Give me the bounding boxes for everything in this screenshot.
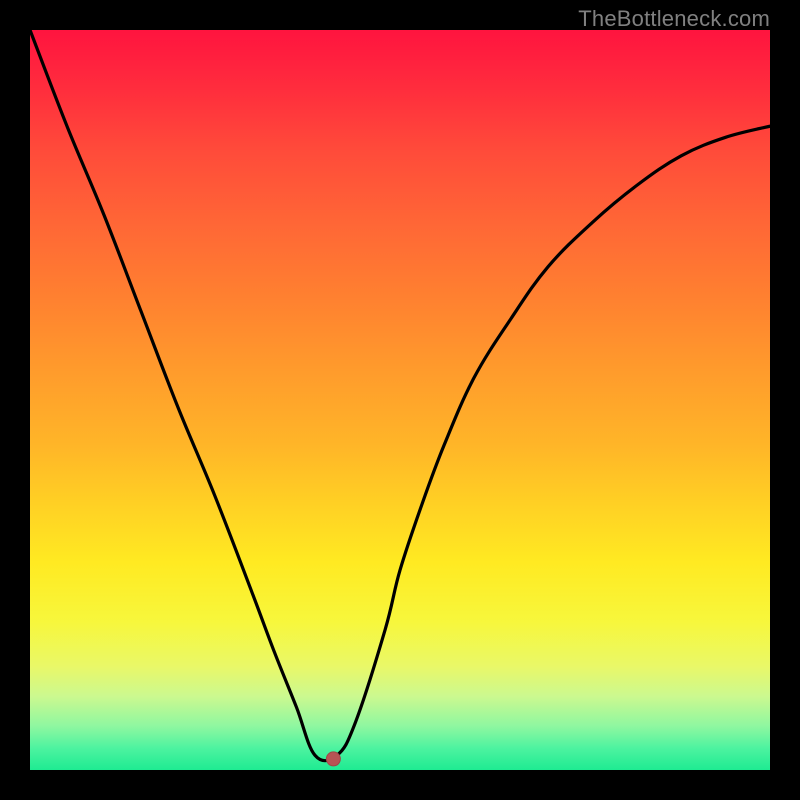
watermark-text: TheBottleneck.com — [578, 6, 770, 32]
plot-area — [30, 30, 770, 770]
marker-dot — [326, 752, 340, 766]
chart-frame: TheBottleneck.com — [0, 0, 800, 800]
curve-path — [30, 30, 770, 761]
chart-svg — [30, 30, 770, 770]
